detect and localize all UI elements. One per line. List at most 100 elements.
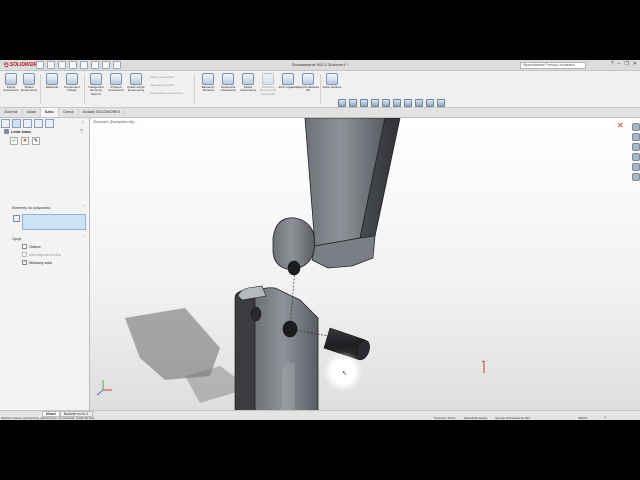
graphics-viewport[interactable]: Złożenie1 (Domyślne<Wy... ↖ ✕	[90, 118, 640, 410]
view-settings-icon[interactable]	[437, 99, 445, 107]
design-library-icon[interactable]	[632, 133, 640, 141]
ribbon-separator	[40, 74, 41, 104]
solidworks-resources-icon[interactable]	[632, 123, 640, 131]
group-collapse-icon[interactable]: ⌃	[82, 235, 85, 240]
cancel-button[interactable]: ✕	[21, 137, 29, 145]
group-elements-header[interactable]: Elementy do połączenia	[12, 206, 50, 210]
file-explorer-icon[interactable]	[632, 143, 640, 151]
search-input[interactable]: Wyszukiwanie Pomocy i modelach	[520, 62, 586, 69]
ribbon-button-insert-components[interactable]: Wstaw komponenty	[19, 73, 39, 93]
group-options-header[interactable]: Opcje	[12, 237, 21, 241]
speedpak-icon	[262, 73, 274, 85]
display-manager-tab-icon[interactable]	[45, 119, 54, 128]
view-orientation-icon[interactable]	[382, 99, 390, 107]
property-manager-panel: › Linia kraw. ? ✓ ✕ ✎ Elementy do połącz…	[0, 118, 90, 410]
status-hint: Wybierz ścianę cylindryczną, płaszczyznę…	[1, 416, 95, 420]
tab-evaluate[interactable]: Ocena	[59, 108, 79, 117]
insert-components-icon	[23, 73, 35, 85]
ribbon-button-smart-fasteners[interactable]: Inteligentne elementy złączne	[86, 73, 106, 96]
large-assembly-icon	[326, 73, 338, 85]
reverse-checkbox[interactable]	[22, 244, 27, 249]
zoom-to-fit-icon[interactable]	[338, 99, 346, 107]
option-visible-sketch[interactable]: ✓ Widoczny szkic	[22, 260, 52, 265]
appearances-icon[interactable]	[632, 163, 640, 171]
alternate-path-label: Alternatywna ścieżka	[29, 252, 61, 257]
edge-line-icon	[4, 129, 9, 134]
exploded-view-icon	[242, 73, 254, 85]
visible-sketch-checkbox[interactable]: ✓	[22, 260, 27, 265]
ribbon-button-exploded-view[interactable]: Widok rozstrzelony	[238, 73, 258, 93]
status-definition: Niedodefiniowany	[463, 416, 488, 420]
feature-manager-tab-icon[interactable]	[1, 119, 10, 128]
property-manager-title-text: Linia kraw.	[11, 129, 32, 134]
minimize-icon[interactable]: –	[618, 61, 621, 67]
pin-button[interactable]: ✎	[32, 137, 40, 145]
hide-show-items-icon[interactable]	[404, 99, 412, 107]
confirm-corner-ok-icon[interactable]: ✓	[602, 118, 609, 120]
edit-component-icon	[5, 73, 17, 85]
ribbon-button-speedpak[interactable]: Aktualizuj komponenty Speedpak	[258, 73, 278, 96]
ribbon-button-snapshot[interactable]: Zrób migawkę	[278, 73, 298, 89]
mate-icon	[46, 73, 58, 85]
tab-sketch[interactable]: Szkic	[40, 108, 59, 117]
clevis-hole[interactable]	[287, 260, 301, 276]
units-selector[interactable]: MMGS	[578, 416, 587, 420]
ribbon-button-linear-pattern[interactable]: Komponent liniowy	[62, 73, 82, 93]
cast-shadow	[125, 308, 220, 380]
command-manager-ribbon: Edytuj komponent Wstaw komponenty Wiązan…	[0, 71, 640, 108]
reverse-label: Odwróć	[29, 244, 41, 249]
ok-button[interactable]: ✓	[10, 137, 18, 145]
help-icon[interactable]: ?	[604, 415, 606, 420]
ribbon-button-assembly-features[interactable]: Elementy złożenia	[198, 73, 218, 93]
ribbon-button-large-assembly[interactable]: Duże złożenie	[322, 73, 342, 89]
assembly-features-icon	[202, 73, 214, 85]
restore-icon[interactable]: ❐	[624, 61, 628, 67]
option-reverse[interactable]: Odwróć	[22, 244, 41, 249]
instant-3d-icon	[302, 73, 314, 85]
ribbon-button-reference-geometry[interactable]: Geometria odniesienia	[218, 73, 238, 93]
ribbon-button-edit-component[interactable]: Edytuj komponent	[1, 73, 21, 93]
tab-assembly[interactable]: Złożenie	[0, 108, 23, 117]
zoom-to-area-icon[interactable]	[349, 99, 357, 107]
ribbon-button-move-component[interactable]: Przesuń komponent	[106, 73, 126, 93]
status-info: Średnica: 20mm Niedodefiniowany Edycja: …	[434, 416, 530, 420]
section-view-icon[interactable]	[371, 99, 379, 107]
edit-appearance-icon[interactable]	[415, 99, 423, 107]
help-icon[interactable]: ?	[80, 129, 83, 135]
assembly-3d-model[interactable]	[90, 118, 640, 410]
visible-sketch-label: Widoczny szkic	[29, 260, 53, 265]
command-manager-tabs: Złożenie Układ Szkic Ocena Dodatki SOLID…	[0, 108, 640, 118]
ribbon-button-mate[interactable]: Wiązanie	[42, 73, 62, 89]
group-collapse-icon[interactable]: ⌃	[82, 204, 85, 209]
bracket-highlight	[282, 362, 295, 410]
snapshot-icon	[282, 73, 294, 85]
previous-view-icon[interactable]	[360, 99, 368, 107]
solidworks-window: ⅁ SOLIDWORKS ▸ Rozstawienie 002.2 Złożen…	[0, 60, 640, 420]
mouse-cursor-icon: ↖	[342, 371, 348, 377]
title-bar: ⅁ SOLIDWORKS ▸ Rozstawienie 002.2 Złożen…	[0, 60, 640, 71]
window-controls: ? – ❐ ✕	[611, 61, 637, 67]
property-manager-actions: ✓ ✕ ✎	[10, 137, 40, 145]
elements-selection-box[interactable]	[22, 214, 86, 230]
panel-collapse-icon[interactable]: ›	[82, 120, 84, 126]
ribbon-small-design-object: Zaprojektuj obiekt	[150, 83, 174, 87]
display-style-icon[interactable]	[393, 99, 401, 107]
tab-solidworks-addins[interactable]: Dodatki SOLIDWORKS	[79, 108, 126, 117]
dimxpert-manager-tab-icon[interactable]	[34, 119, 43, 128]
ribbon-button-show-hidden[interactable]: Pokaż ukryte komponenty	[126, 73, 146, 93]
task-pane-tabs	[632, 123, 640, 181]
configuration-manager-tab-icon[interactable]	[23, 119, 32, 128]
triad-z-axis-icon	[96, 389, 104, 396]
close-icon[interactable]: ✕	[633, 61, 637, 67]
move-component-icon	[110, 73, 122, 85]
apply-scene-icon[interactable]	[426, 99, 434, 107]
status-bar: Model Badanie ruchu 1 Wybierz ścianę cyl…	[0, 410, 640, 420]
help-icon[interactable]: ?	[611, 61, 614, 67]
confirm-corner-cancel-icon[interactable]: ✕	[617, 121, 624, 130]
tab-layout[interactable]: Układ	[23, 108, 41, 117]
custom-properties-icon[interactable]	[632, 173, 640, 181]
property-manager-tab-icon[interactable]	[12, 119, 21, 128]
ribbon-button-instant-3d[interactable]: Natychmiastowe 3D	[297, 73, 319, 93]
view-palette-icon[interactable]	[632, 153, 640, 161]
status-diameter: Średnica: 20mm	[434, 416, 456, 420]
